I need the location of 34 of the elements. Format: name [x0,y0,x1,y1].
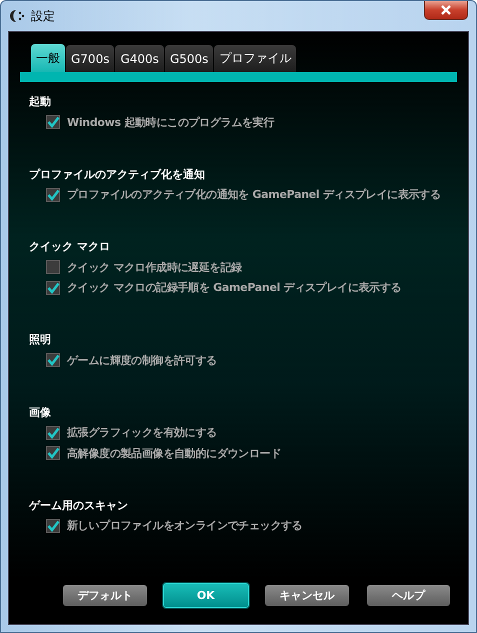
close-button[interactable] [424,1,468,20]
checkbox[interactable] [46,188,60,202]
window-title: 設定 [31,8,55,24]
section-heading: プロファイルのアクティブ化を通知 [28,166,206,182]
checkbox[interactable] [46,115,60,130]
tab[interactable]: 一般 [31,44,65,72]
section-heading: クイック マクロ [28,239,111,255]
checkbox[interactable] [46,280,60,295]
dialog-button[interactable]: デフォルト [63,585,146,606]
section-heading: 起動 [28,94,52,110]
checkbox[interactable] [46,446,60,460]
checkbox-label: クイック マクロ作成時に遅延を記録 [67,260,242,275]
checkbox-label: クイック マクロの記録手順を GamePanel ディスプレイに表示する [67,280,402,296]
section-heading: ゲーム用のスキャン [28,498,129,514]
checkbox-label: プロファイルのアクティブ化の通知を GamePanel ディスプレイに表示する [67,187,441,202]
checkbox-label: ゲームに輝度の制御を許可する [67,352,217,368]
logo-icon [9,10,25,22]
section-heading: 画像 [28,404,52,420]
dialog-button[interactable]: キャンセル [265,585,348,606]
checkbox[interactable] [46,518,60,533]
tab[interactable]: G500s [164,45,214,72]
checkbox-label: 高解像度の製品画像を自動的にダウンロード [67,446,282,461]
tab[interactable]: プロファイル [214,45,296,72]
dialog-button[interactable]: ヘルプ [366,585,450,606]
checkbox[interactable] [46,353,60,368]
checkbox-label: 拡張グラフィックを有効にする [67,425,217,440]
checkbox-label: 新しいプロファイルをオンラインでチェックする [67,518,302,534]
tab[interactable]: G400s [115,45,164,72]
section-heading: 照明 [28,332,52,348]
checkbox[interactable] [46,260,60,274]
checkbox[interactable] [46,426,60,440]
close-icon [440,5,452,15]
tab[interactable]: G700s [66,45,114,72]
checkbox-label: Windows 起動時にこのプログラムを実行 [67,114,274,130]
